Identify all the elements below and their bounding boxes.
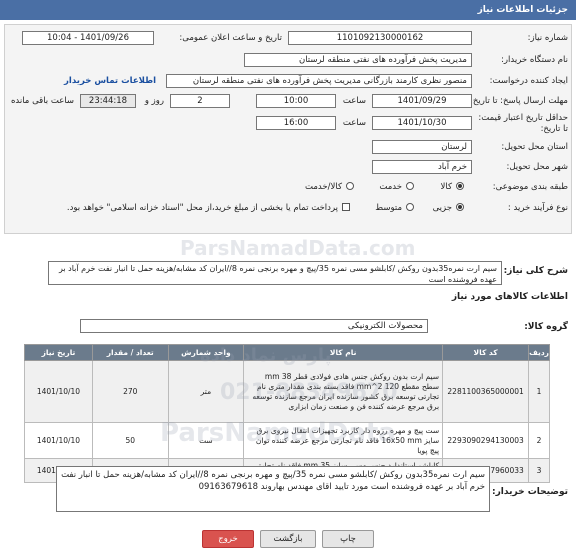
col-header-qty: تعداد / مقدار xyxy=(91,344,169,361)
category-service-label: خدمت xyxy=(379,182,402,192)
deadline-time-label: ساعت xyxy=(342,96,366,106)
announce-field[interactable]: 1401/09/26 - 10:04 xyxy=(22,31,154,45)
print-button[interactable]: چاپ xyxy=(322,530,374,548)
validity-label: حداقل تاریخ اعتبار قیمت: تا تاریخ: xyxy=(478,113,568,134)
category-label: طبقه بندی موضوعی: xyxy=(492,182,568,192)
validity-time-label: ساعت xyxy=(342,118,366,128)
announce-label: تاریخ و ساعت اعلان عمومی: xyxy=(179,33,282,43)
exit-button[interactable]: خروج xyxy=(202,530,254,548)
province-label: استان محل تحویل: xyxy=(501,142,568,152)
row-code: 2281100365000001 xyxy=(442,360,530,423)
table-header-row: ردیف کد کالا نام کالا واحد شمارش تعداد /… xyxy=(24,344,550,361)
goods-table: ردیف کد کالا نام کالا واحد شمارش تعداد /… xyxy=(24,344,550,483)
process-small-label: جزیی xyxy=(432,203,452,213)
row-name: ست پیچ و مهره رزوه دار کاربرد تجهیزات ان… xyxy=(243,422,444,459)
col-header-code: کد کالا xyxy=(442,344,530,361)
category-goods-label: کالا xyxy=(440,182,452,192)
creator-label: ایجاد کننده درخواست: xyxy=(489,76,568,86)
col-header-index: ردیف xyxy=(528,344,550,361)
row-unit: ست xyxy=(167,422,245,459)
table-row[interactable]: 2 2293090294130003 ست پیچ و مهره رزوه دا… xyxy=(24,422,550,459)
watermark-site: ParsNamadData.com xyxy=(180,236,416,260)
process-small-radio[interactable] xyxy=(456,203,464,211)
row-qty: 270 xyxy=(91,360,169,423)
row-index: 3 xyxy=(528,458,550,483)
row-qty: 50 xyxy=(91,422,169,459)
col-header-date: تاریخ نیاز xyxy=(24,344,93,361)
category-goods-service-label: کالا/خدمت xyxy=(305,182,342,192)
goods-section-title: اطلاعات کالاهای مورد نیاز xyxy=(451,292,568,302)
summary-text: سیم ارت نمره35بدون روکش /کابلشو مسی نمره… xyxy=(48,261,502,285)
validity-time-field[interactable]: 16:00 xyxy=(256,116,336,130)
row-code: 2293090294130003 xyxy=(442,422,530,459)
need-number-label: شماره نیاز: xyxy=(527,33,568,43)
treasury-payment-note: پرداخت تمام یا بخشی از مبلغ خرید،از محل … xyxy=(66,203,338,213)
row-name: سیم ارت بدون روکش جنس هادی فولادی قطر 38… xyxy=(243,360,444,423)
goods-group-label: گروه کالا: xyxy=(524,322,568,332)
row-index: 1 xyxy=(528,360,550,423)
category-goods-radio[interactable] xyxy=(456,182,464,190)
province-field[interactable]: لرستان xyxy=(372,140,472,154)
process-label: نوع فرآیند خرید : xyxy=(507,203,568,213)
city-label: شهر محل تحویل: xyxy=(506,162,568,172)
col-header-unit: واحد شمارش xyxy=(167,344,245,361)
goods-group-field[interactable]: محصولات الکترونیکی xyxy=(80,319,428,333)
creator-field[interactable]: منصور نظری کارمند بازرگانی مدیریت پخش فر… xyxy=(166,74,472,88)
table-row[interactable]: 1 2281100365000001 سیم ارت بدون روکش جنس… xyxy=(24,360,550,423)
buyer-label: نام دستگاه خریدار: xyxy=(501,55,568,65)
validity-date-field[interactable]: 1401/10/30 xyxy=(372,116,472,130)
deadline-label: مهلت ارسال پاسخ: تا تاریخ: xyxy=(470,96,568,106)
summary-label: شرح کلی نیاز: xyxy=(503,266,568,276)
city-field[interactable]: خرم آباد xyxy=(372,160,472,174)
category-goods-service-radio[interactable] xyxy=(346,182,354,190)
deadline-date-field[interactable]: 1401/09/29 xyxy=(372,94,472,108)
need-number-field[interactable]: 1101092130000162 xyxy=(288,31,472,45)
back-button[interactable]: بازگشت xyxy=(260,530,316,548)
process-medium-label: متوسط xyxy=(375,203,402,213)
treasury-payment-checkbox[interactable] xyxy=(342,203,350,211)
remaining-label: ساعت باقی مانده xyxy=(10,96,74,106)
row-date: 1401/10/10 xyxy=(24,422,93,459)
days-label: روز و xyxy=(144,96,164,106)
category-service-radio[interactable] xyxy=(406,182,414,190)
remaining-time-field: 23:44:18 xyxy=(80,94,136,108)
buyer-field[interactable]: مدیریت پخش فرآورده های نفتی منطقه لرستان xyxy=(244,53,472,67)
page-header: جزئیات اطلاعات نیاز xyxy=(0,0,576,20)
deadline-time-field[interactable]: 10:00 xyxy=(256,94,336,108)
row-unit: متر xyxy=(167,360,245,423)
process-medium-radio[interactable] xyxy=(406,203,414,211)
days-field[interactable]: 2 xyxy=(170,94,230,108)
col-header-name: نام کالا xyxy=(243,344,444,361)
buyer-notes-text: سیم ارت نمره35بدون روکش /کابلشو مسی نمره… xyxy=(56,466,490,512)
buyer-notes-label: توضیحات خریدار: xyxy=(492,487,568,497)
row-index: 2 xyxy=(528,422,550,459)
row-date: 1401/10/10 xyxy=(24,360,93,423)
buyer-contact-link[interactable]: اطلاعات تماس خریدار xyxy=(64,76,156,86)
